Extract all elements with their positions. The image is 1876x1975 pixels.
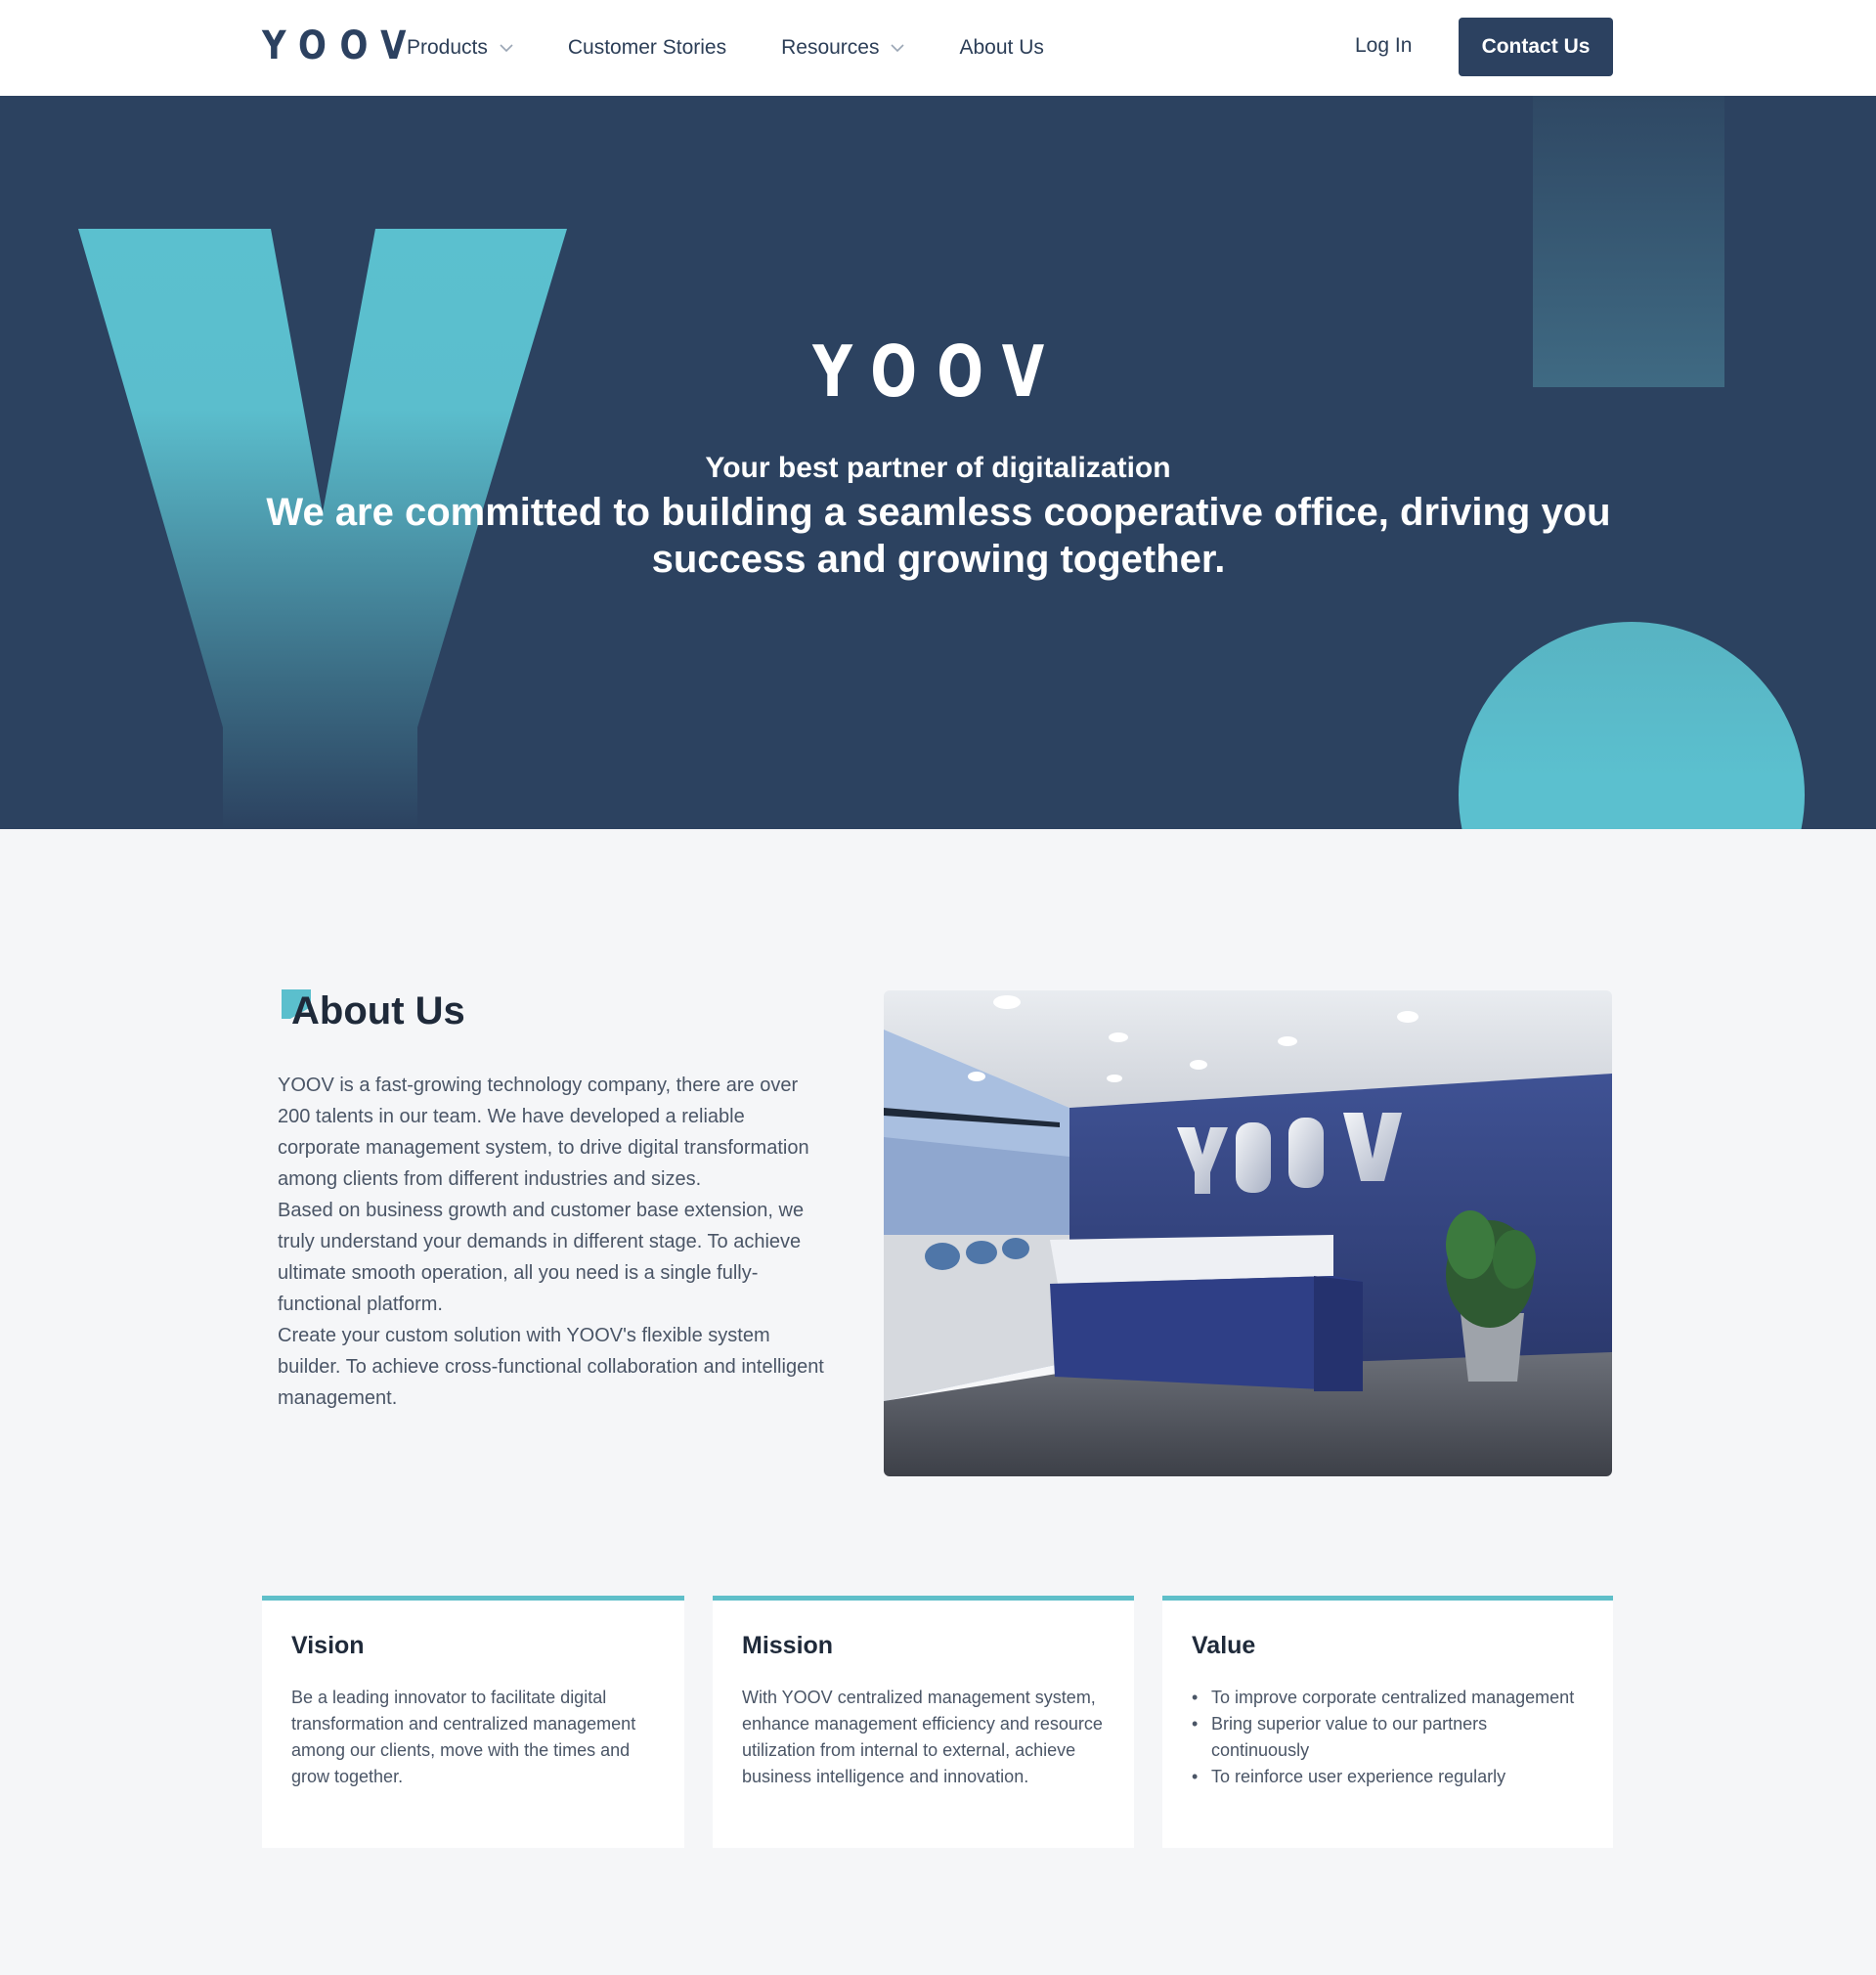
office-reception-photo xyxy=(884,990,1612,1476)
about-paragraph: Based on business growth and customer ba… xyxy=(278,1200,805,1315)
nav-item-customer-stories[interactable]: Customer Stories xyxy=(568,36,726,60)
nav-item-products[interactable]: Products xyxy=(407,36,513,60)
nav-item-about-us[interactable]: About Us xyxy=(959,36,1043,60)
list-item: To reinforce user experience regularly xyxy=(1192,1764,1586,1790)
main-nav: Products Customer Stories Resources Abou… xyxy=(407,0,1099,96)
nav-item-label: Resources xyxy=(781,36,880,59)
hero-headline: We are committed to building a seamless … xyxy=(266,491,1611,581)
about-title: About Us xyxy=(291,989,465,1032)
chevron-down-icon xyxy=(891,40,905,57)
nav-item-resources[interactable]: Resources xyxy=(781,36,905,60)
hero-banner: YOOV Your best partner of digitalization… xyxy=(0,96,1876,829)
about-description: YOOV is a fast-growing technology compan… xyxy=(278,1070,825,1414)
card-title: Vision xyxy=(291,1632,365,1659)
mission-card: Mission With YOOV centralized management… xyxy=(713,1596,1134,1848)
list-item: Bring superior value to our partners con… xyxy=(1192,1711,1586,1764)
office-photo-illustration xyxy=(884,990,1612,1476)
vision-card: Vision Be a leading innovator to facilit… xyxy=(262,1596,684,1848)
nav-item-label: Customer Stories xyxy=(567,36,727,59)
card-title: Mission xyxy=(742,1632,834,1659)
card-body: Be a leading innovator to facilitate dig… xyxy=(291,1688,636,1786)
nav-item-label: About Us xyxy=(959,36,1044,59)
about-paragraph: YOOV is a fast-growing technology compan… xyxy=(278,1075,809,1190)
site-header: YOOV Products Customer Stories Resources… xyxy=(0,0,1876,96)
hero-logo-text: YOOV xyxy=(811,330,1065,413)
card-title: Value xyxy=(1192,1632,1256,1659)
header-logo[interactable]: YOOV xyxy=(262,23,419,68)
contact-us-button[interactable]: Contact Us xyxy=(1459,18,1613,76)
about-paragraph: Create your custom solution with YOOV's … xyxy=(278,1325,824,1409)
card-body: With YOOV centralized management system,… xyxy=(742,1688,1103,1786)
nav-item-label: Products xyxy=(407,36,488,59)
chevron-down-icon xyxy=(500,40,513,57)
list-item: To improve corporate centralized managem… xyxy=(1192,1685,1586,1711)
hero-subtitle: Your best partner of digitalization xyxy=(705,452,1171,484)
value-list: To improve corporate centralized managem… xyxy=(1192,1685,1586,1790)
login-link[interactable]: Log In xyxy=(1355,34,1412,58)
value-card: Value To improve corporate centralized m… xyxy=(1162,1596,1613,1848)
hero-circle-decoration xyxy=(1459,622,1805,829)
hero-logo: YOOV xyxy=(0,330,1876,413)
